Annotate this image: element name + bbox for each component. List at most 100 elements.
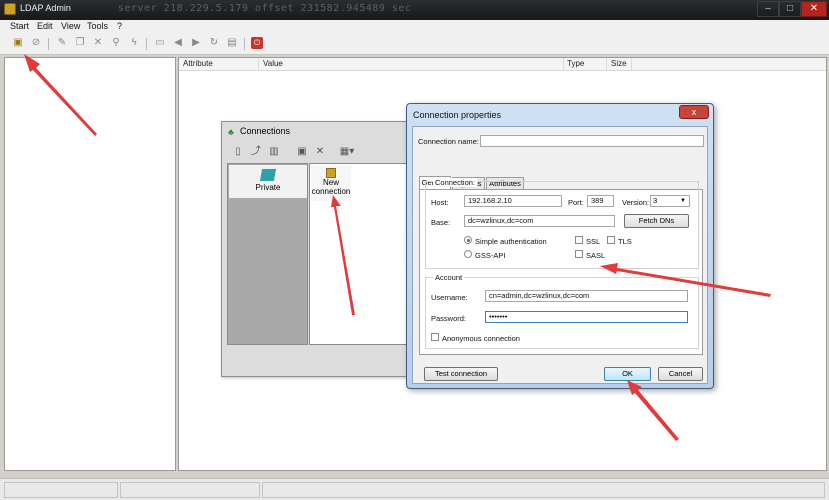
gss-api-radio[interactable] xyxy=(464,250,472,258)
private-group[interactable]: Private xyxy=(229,165,307,198)
port-field[interactable]: 389 xyxy=(587,195,614,207)
status-cell xyxy=(262,482,825,498)
column-value[interactable]: Value xyxy=(263,59,283,68)
fetch-dns-button[interactable]: Fetch DNs xyxy=(624,214,689,228)
column-divider xyxy=(258,58,259,71)
minimize-button[interactable]: – xyxy=(757,1,779,17)
column-type[interactable]: Type xyxy=(567,59,584,68)
window-title: LDAP Admin xyxy=(20,3,71,13)
view-mode-icon[interactable]: ▦▾ xyxy=(338,146,356,158)
menu-edit[interactable]: Edit xyxy=(37,21,53,31)
dialog-close-button[interactable]: x xyxy=(679,105,709,119)
version-value: 3 xyxy=(653,196,658,205)
toolbar-separator xyxy=(146,38,147,50)
connection-group-label: Connection: xyxy=(433,178,478,187)
host-field[interactable]: 192.168.2.10 xyxy=(464,195,562,207)
exit-icon[interactable]: ⏻ xyxy=(251,37,263,49)
menu-view[interactable]: View xyxy=(61,21,80,31)
close-window-button[interactable]: ✕ xyxy=(801,1,827,17)
connection-name-field[interactable] xyxy=(480,135,704,147)
status-bar xyxy=(0,478,829,500)
connections-icon: ♣ xyxy=(228,127,234,137)
back-icon[interactable]: ◀ xyxy=(172,37,184,49)
menu-tools[interactable]: Tools xyxy=(87,21,108,31)
properties-icon[interactable]: ▣ xyxy=(296,146,308,158)
background-text: server 218.229.5.179 offset 231582.94548… xyxy=(118,3,412,14)
status-cell xyxy=(120,482,260,498)
account-group-label: Account xyxy=(433,273,465,282)
refresh-icon[interactable]: ↻ xyxy=(208,37,220,49)
chevron-down-icon: ▼ xyxy=(680,198,686,204)
connections-window: ♣ Connections ▯ ⤴ ▥ ▣ ✕ ▦▾ Private New c… xyxy=(221,121,414,377)
column-divider xyxy=(606,58,607,71)
password-label: Password: xyxy=(431,314,467,323)
delete-icon[interactable]: ✕ xyxy=(92,37,104,49)
search-icon[interactable]: ⚲ xyxy=(110,37,122,49)
new-connection-item[interactable]: New connection xyxy=(311,165,351,201)
edit-icon[interactable]: ✎ xyxy=(56,37,68,49)
connection-name-label: Connection name: xyxy=(418,137,479,146)
dialog-body: Connection name: General Options Attribu… xyxy=(412,126,708,384)
title-bar: LDAP Admin server 218.229.5.179 offset 2… xyxy=(0,0,829,20)
new-connection-icon xyxy=(326,168,336,178)
simple-auth-label: Simple authentication xyxy=(475,237,547,246)
port-label: Port: xyxy=(568,198,584,207)
host-label: Host: xyxy=(431,198,449,207)
menu-help[interactable]: ? xyxy=(117,21,122,31)
delete-icon[interactable]: ✕ xyxy=(314,146,326,158)
column-divider xyxy=(563,58,564,71)
forward-icon[interactable]: ▶ xyxy=(190,37,202,49)
connections-toolbar: ▯ ⤴ ▥ ▣ ✕ ▦▾ xyxy=(226,144,410,162)
version-label: Version: xyxy=(622,198,650,207)
column-attribute[interactable]: Attribute xyxy=(183,59,213,68)
username-field[interactable]: cn=admin,dc=wzlinux,dc=com xyxy=(485,290,688,302)
gss-api-label: GSS-API xyxy=(475,251,506,260)
open-icon[interactable]: ⤴ xyxy=(250,146,262,158)
cancel-button[interactable]: Cancel xyxy=(658,367,703,381)
copy-icon[interactable]: ❐ xyxy=(74,37,86,49)
ok-button[interactable]: OK xyxy=(604,367,651,381)
column-divider xyxy=(631,58,632,71)
maximize-button[interactable]: □ xyxy=(779,1,801,17)
lightning-icon[interactable]: ϟ xyxy=(128,37,140,49)
private-icon xyxy=(259,169,277,181)
anonymous-checkbox[interactable] xyxy=(431,333,439,341)
ssl-checkbox[interactable] xyxy=(575,236,583,244)
new-icon[interactable]: ▯ xyxy=(232,146,244,158)
status-cell xyxy=(4,482,118,498)
connections-title: Connections xyxy=(240,126,291,136)
tree-panel[interactable] xyxy=(4,57,176,471)
properties-icon[interactable]: ▤ xyxy=(226,37,238,49)
test-connection-button[interactable]: Test connection xyxy=(424,367,498,381)
menu-start[interactable]: Start xyxy=(10,21,29,31)
base-label: Base: xyxy=(431,218,451,227)
new-connection-icon[interactable]: ▣ xyxy=(12,37,24,49)
tls-checkbox[interactable] xyxy=(607,236,615,244)
password-field[interactable]: ••••••• xyxy=(485,311,688,323)
grid-header: Attribute Value Type Size xyxy=(179,58,826,71)
private-label: Private xyxy=(255,183,281,192)
toolbar-separator xyxy=(244,38,245,50)
tls-label: TLS xyxy=(618,237,632,246)
version-select[interactable]: 3 ▼ xyxy=(650,195,690,207)
simple-auth-radio[interactable] xyxy=(464,236,472,244)
toolbar: ▣ ⊘ ✎ ❐ ✕ ⚲ ϟ ▭ ◀ ▶ ↻ ▤ ⏻ xyxy=(0,33,829,55)
save-icon[interactable]: ▥ xyxy=(268,146,280,158)
app-icon xyxy=(4,3,16,15)
connection-groups-pane: Private xyxy=(227,163,308,345)
connection-properties-dialog: Connection properties x Connection name:… xyxy=(406,103,714,389)
toolbar-separator xyxy=(48,38,49,50)
ssl-label: SSL xyxy=(586,237,601,246)
sasl-checkbox[interactable] xyxy=(575,250,583,258)
sasl-label: SASL xyxy=(586,251,606,260)
new-connection-label: New connection xyxy=(311,178,351,196)
disconnect-icon[interactable]: ⊘ xyxy=(30,37,42,49)
connection-list-pane: New connection xyxy=(309,163,410,345)
anonymous-label: Anonymous connection xyxy=(442,334,520,343)
username-label: Username: xyxy=(431,293,468,302)
menu-bar: Start Edit View Tools ? xyxy=(0,20,829,33)
dialog-title: Connection properties xyxy=(413,110,502,120)
base-field[interactable]: dc=wzlinux,dc=com xyxy=(464,215,615,227)
view-icon[interactable]: ▭ xyxy=(154,37,166,49)
column-size[interactable]: Size xyxy=(611,59,627,68)
